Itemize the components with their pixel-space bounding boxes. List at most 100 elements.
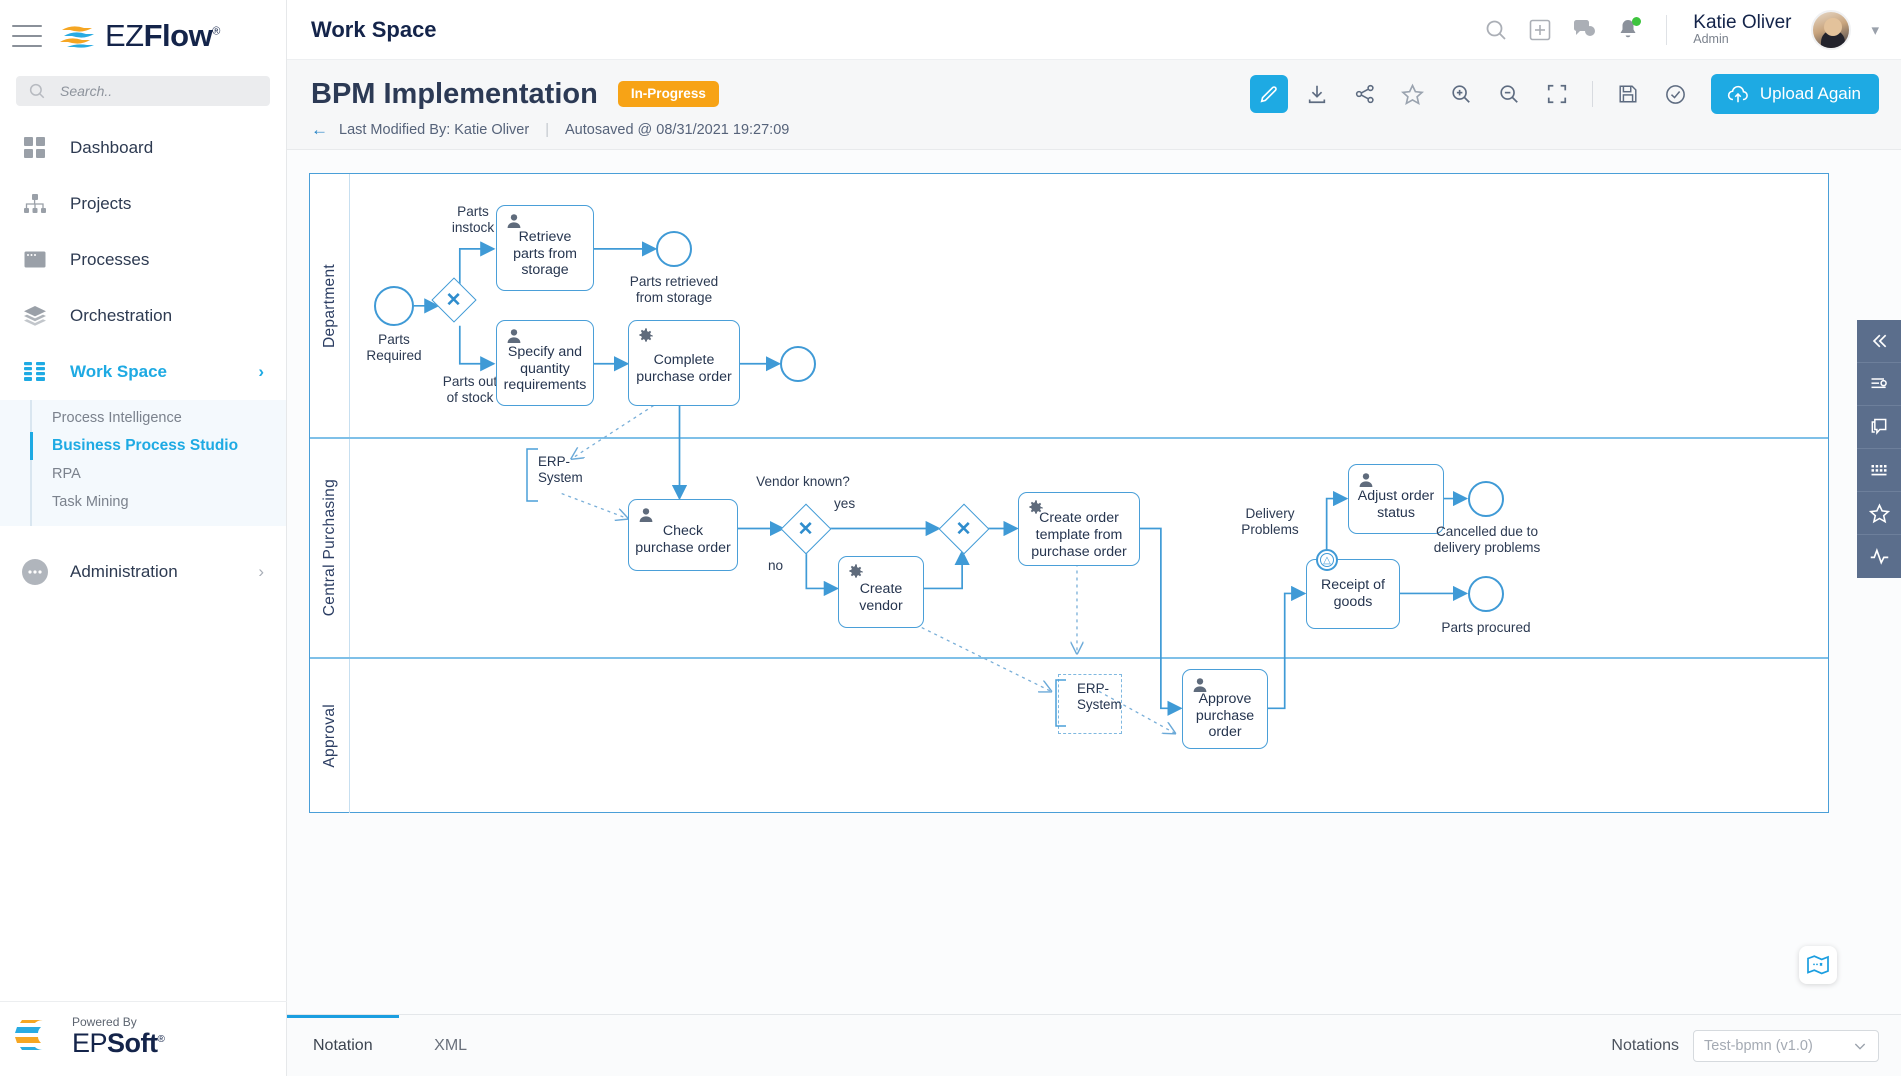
notation-select[interactable]: Test-bpmn (v1.0) [1693,1030,1879,1062]
edit-button[interactable] [1250,75,1288,113]
sidebar-subitem-process-intelligence[interactable]: Process Intelligence [0,404,286,432]
activity-panel-button[interactable] [1857,535,1901,578]
sidebar-item-label: Orchestration [70,306,172,326]
chevron-down-icon [1852,1038,1868,1054]
label-text: Cancelled due to delivery problems [1434,524,1541,555]
validate-button[interactable] [1657,75,1695,113]
star-icon [1869,503,1890,524]
start-event-parts-required[interactable] [374,286,414,326]
autosaved-text: Autosaved @ 08/31/2021 19:27:09 [565,122,789,138]
user-name: Katie Oliver [1693,13,1791,33]
user-info[interactable]: Katie Oliver Admin [1693,13,1791,47]
hierarchy-icon [22,191,48,217]
search-icon[interactable] [1484,18,1508,42]
task-check-purchase-order[interactable]: Check purchase order [628,499,738,571]
share-button[interactable] [1346,75,1384,113]
end-event-purchase-order[interactable] [780,346,816,382]
service-task-gear-icon [848,564,864,585]
download-button[interactable] [1298,75,1336,113]
chat-icon[interactable] [1572,18,1596,42]
document-subheader: ← Last Modified By: Katie Oliver | Autos… [287,114,1901,149]
sidebar-item-projects[interactable]: Projects [0,176,286,232]
label-text: Vendor known? [756,474,850,489]
task-specify-and-quantity-requirements[interactable]: Specify and quantity requirements [496,320,594,406]
save-icon [1617,83,1639,105]
back-arrow-icon[interactable]: ← [311,121,328,138]
sidebar-item-dashboard[interactable]: Dashboard [0,120,286,176]
diagram-canvas[interactable]: Department Central Purchasing Approval [287,150,1901,1014]
sidebar-subitem-rpa[interactable]: RPA [0,460,286,488]
top-bar: Work Space Katie Oliver Admin ▾ [287,0,1901,60]
upload-again-button[interactable]: Upload Again [1711,74,1879,114]
data-store-erp-system-2[interactable]: ERP- System [1058,674,1122,734]
properties-icon [1869,374,1889,394]
task-receipt-of-goods[interactable]: Receipt of goods [1306,559,1400,629]
chevron-right-icon: › [258,362,264,382]
zoom-in-button[interactable] [1442,75,1480,113]
task-approve-purchase-order[interactable]: Approve purchase order [1182,669,1268,749]
ezflow-logo[interactable]: EZFlow® [58,18,220,54]
data-store-bracket-icon [1053,679,1073,727]
sidebar-item-label: Dashboard [70,138,153,158]
fullscreen-button[interactable] [1538,75,1576,113]
bottom-bar: Notation XML Notations Test-bpmn (v1.0) [287,1014,1901,1076]
end-event-parts-retrieved[interactable] [656,231,692,267]
left-sidebar: EZFlow® Dashboard Projects [0,0,287,1076]
boundary-event-delivery-problems[interactable]: △ [1316,549,1338,571]
sidebar-item-label: Projects [70,194,131,214]
zoom-out-button[interactable] [1490,75,1528,113]
favorites-panel-button[interactable] [1857,492,1901,535]
sidebar-subitem-task-mining[interactable]: Task Mining [0,488,286,516]
end-event-parts-procured[interactable] [1468,576,1504,612]
user-task-icon [1192,677,1208,698]
task-create-vendor[interactable]: Create vendor [838,556,924,628]
tab-notation[interactable]: Notation [287,1015,399,1076]
sidebar-item-orchestration[interactable]: Orchestration [0,288,286,344]
task-label: Complete purchase order [636,352,731,386]
tab-label: Notation [313,1037,373,1055]
search-input[interactable] [16,76,270,106]
favorite-button[interactable] [1394,75,1432,113]
bell-icon[interactable] [1616,18,1640,42]
document-title: BPM Implementation [311,78,598,111]
brand-row: EZFlow® [0,0,286,72]
gateway-x-icon: ✕ [446,290,462,309]
sidebar-item-work-space[interactable]: Work Space › [0,344,286,400]
minimap-button[interactable] [1799,946,1837,984]
boundary-event-symbol-icon: △ [1318,551,1336,569]
collapse-panel-button[interactable] [1857,320,1901,363]
label-text: Parts procured [1441,620,1530,635]
data-store-erp-system-1[interactable]: ERP- System [538,454,604,486]
task-retrieve-parts-from-storage[interactable]: Retrieve parts from storage [496,205,594,291]
chevron-right-icon: › [258,562,264,582]
properties-panel-button[interactable] [1857,363,1901,406]
avatar[interactable] [1811,10,1851,50]
upload-again-label: Upload Again [1760,84,1861,104]
sidebar-item-administration[interactable]: Administration › [0,544,286,600]
comment-icon [1869,417,1889,437]
epsoft-light: EP [72,1028,107,1058]
data-grid-panel-button[interactable] [1857,449,1901,492]
hamburger-menu-icon[interactable] [12,25,42,47]
sidebar-subitem-business-process-studio[interactable]: Business Process Studio [0,432,286,460]
epsoft-reg: ® [158,1034,165,1045]
add-box-icon[interactable] [1528,18,1552,42]
sidebar-search [16,76,270,106]
service-task-gear-icon [1028,500,1044,521]
ezflow-wordmark: EZFlow® [105,18,220,54]
label-text: no [768,558,783,573]
right-toolbar [1857,320,1901,578]
save-button[interactable] [1609,75,1647,113]
chevron-down-icon[interactable]: ▾ [1871,21,1879,39]
sidebar-item-processes[interactable]: Processes [0,232,286,288]
divider [1666,15,1667,45]
label-text: Parts Required [366,332,421,363]
task-create-order-template[interactable]: Create order template from purchase orde… [1018,492,1140,566]
tab-xml[interactable]: XML [399,1015,503,1076]
gateway-x-icon: ✕ [956,519,972,538]
task-complete-purchase-order[interactable]: Complete purchase order [628,320,740,406]
end-event-cancelled[interactable] [1468,481,1504,517]
divider [1592,81,1593,107]
comments-panel-button[interactable] [1857,406,1901,449]
sub-label: Task Mining [52,494,129,510]
